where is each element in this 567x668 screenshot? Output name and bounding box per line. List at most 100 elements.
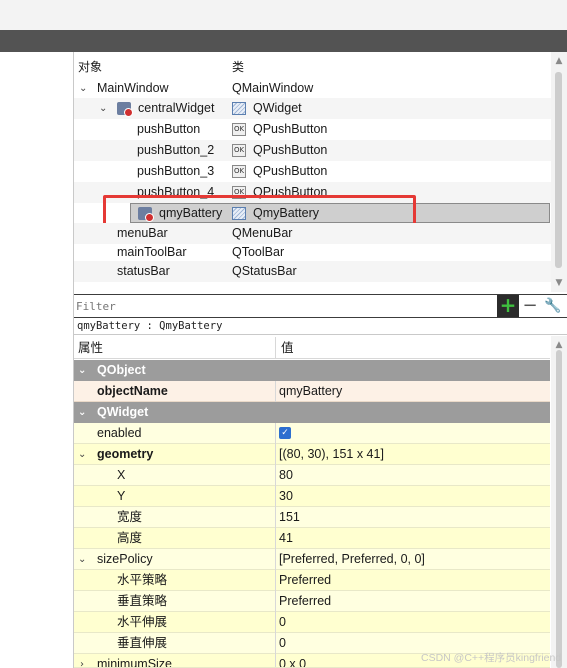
- object-name: menuBar: [117, 226, 168, 240]
- property-value[interactable]: 0: [279, 612, 286, 633]
- property-value[interactable]: 30: [279, 486, 293, 507]
- object-class: QStatusBar: [232, 264, 297, 278]
- property-row-x[interactable]: X 80: [74, 465, 550, 486]
- object-name: MainWindow: [97, 81, 169, 95]
- property-row-sizepolicy[interactable]: ⌄ sizePolicy [Preferred, Preferred, 0, 0…: [74, 549, 550, 570]
- property-group-qwidget[interactable]: ⌄ QWidget: [74, 402, 550, 423]
- column-header-object[interactable]: 对象: [78, 56, 102, 78]
- property-value[interactable]: 41: [279, 528, 293, 549]
- property-name-cell: › minimumSize: [74, 654, 276, 668]
- layout-widget-icon: [117, 102, 133, 117]
- object-class: QPushButton: [253, 164, 328, 178]
- object-class: QPushButton: [253, 122, 328, 136]
- property-name: 垂直策略: [117, 594, 168, 608]
- property-row-horizontal-policy[interactable]: 水平策略 Preferred: [74, 570, 550, 591]
- object-row-mainwindow[interactable]: ⌄ MainWindow QMainWindow: [74, 78, 551, 99]
- column-header-class[interactable]: 类: [232, 56, 244, 78]
- property-name: 垂直伸展: [117, 636, 168, 650]
- property-name: objectName: [97, 384, 168, 398]
- property-editor-scroll-thumb[interactable]: [556, 350, 562, 668]
- property-name: 水平策略: [117, 573, 168, 587]
- expand-arrow-icon[interactable]: ⌄: [78, 549, 86, 570]
- object-row-statusbar[interactable]: statusBar QStatusBar: [74, 261, 551, 282]
- property-name-cell: 水平伸展: [74, 612, 276, 633]
- object-inspector-scroll-thumb[interactable]: [555, 72, 562, 268]
- property-value[interactable]: [Preferred, Preferred, 0, 0]: [279, 549, 425, 570]
- object-row-maintoolbar[interactable]: mainToolBar QToolBar: [74, 242, 551, 263]
- property-value[interactable]: 0: [279, 633, 286, 654]
- filter-bar: [74, 294, 567, 318]
- property-name: 水平伸展: [117, 615, 168, 629]
- property-name: enabled: [97, 426, 142, 440]
- property-value[interactable]: Preferred: [279, 570, 331, 591]
- column-header-property[interactable]: 属性: [74, 337, 276, 359]
- property-name-cell: objectName: [74, 381, 276, 402]
- property-value[interactable]: 151: [279, 507, 300, 528]
- column-header-value[interactable]: 值: [281, 337, 294, 359]
- group-label: QObject: [97, 363, 146, 377]
- property-name: 高度: [117, 531, 143, 545]
- property-value[interactable]: [(80, 30), 151 x 41]: [279, 444, 384, 465]
- pushbutton-class-icon: OK: [232, 123, 246, 136]
- property-value[interactable]: 0 x 0: [279, 654, 306, 667]
- property-name: Y: [117, 489, 126, 503]
- expand-arrow-icon[interactable]: ⌄: [99, 98, 107, 119]
- property-row-enabled[interactable]: enabled ✓: [74, 423, 550, 444]
- property-name: X: [117, 468, 126, 482]
- left-panel: [0, 52, 74, 668]
- property-row-y[interactable]: Y 30: [74, 486, 550, 507]
- property-name: geometry: [97, 447, 154, 461]
- property-name: minimumSize: [97, 657, 173, 668]
- scroll-up-arrow-icon[interactable]: ▲: [551, 54, 567, 68]
- configure-wrench-icon[interactable]: 🔧: [542, 295, 564, 317]
- expand-arrow-icon[interactable]: ⌄: [78, 402, 86, 423]
- property-name-cell: 高度: [74, 528, 276, 549]
- property-group-qobject[interactable]: ⌄ QObject: [74, 360, 550, 381]
- property-name-cell: 宽度: [74, 507, 276, 528]
- scroll-down-arrow-icon[interactable]: ▼: [551, 276, 567, 290]
- property-name-cell: ⌄ sizePolicy: [74, 549, 276, 570]
- object-class: QWidget: [253, 101, 302, 115]
- property-row-geometry[interactable]: ⌄ geometry [(80, 30), 151 x 41]: [74, 444, 550, 465]
- add-property-plus-icon[interactable]: +: [497, 295, 519, 317]
- property-row-objectname[interactable]: objectName qmyBattery: [74, 381, 550, 402]
- expand-arrow-icon[interactable]: ⌄: [79, 78, 87, 99]
- property-name: 宽度: [117, 510, 143, 524]
- property-name-cell: enabled: [74, 423, 276, 444]
- property-name-cell: 垂直伸展: [74, 633, 276, 654]
- expand-arrow-icon[interactable]: ⌄: [78, 360, 86, 381]
- property-value[interactable]: Preferred: [279, 591, 331, 612]
- property-row-vertical-policy[interactable]: 垂直策略 Preferred: [74, 591, 550, 612]
- object-name: centralWidget: [138, 101, 215, 115]
- expand-arrow-icon[interactable]: ⌄: [78, 444, 86, 465]
- object-row-pushbutton-3[interactable]: pushButton_3 OK QPushButton: [74, 161, 551, 182]
- property-value[interactable]: 80: [279, 465, 293, 486]
- pushbutton-class-icon: OK: [232, 165, 246, 178]
- window-top-area: [0, 0, 567, 30]
- object-row-centralwidget[interactable]: ⌄ centralWidget QWidget: [74, 98, 551, 119]
- property-value[interactable]: qmyBattery: [279, 381, 342, 402]
- property-row-horizontal-stretch[interactable]: 水平伸展 0: [74, 612, 550, 633]
- property-name-cell: 水平策略: [74, 570, 276, 591]
- collapse-arrow-icon[interactable]: ›: [80, 654, 84, 667]
- property-row-height[interactable]: 高度 41: [74, 528, 550, 549]
- property-name: sizePolicy: [97, 552, 153, 566]
- property-row-width[interactable]: 宽度 151: [74, 507, 550, 528]
- group-label: QWidget: [97, 405, 149, 419]
- property-name-cell: 垂直策略: [74, 591, 276, 612]
- object-class: QPushButton: [253, 143, 328, 157]
- object-row-pushbutton[interactable]: pushButton OK QPushButton: [74, 119, 551, 140]
- object-name: mainToolBar: [117, 245, 187, 259]
- object-row-pushbutton-2[interactable]: pushButton_2 OK QPushButton: [74, 140, 551, 161]
- property-name-cell: X: [74, 465, 276, 486]
- current-object-class-label: qmyBattery : QmyBattery: [74, 318, 567, 335]
- enabled-checkbox[interactable]: ✓: [279, 427, 291, 439]
- object-class: QMainWindow: [232, 81, 314, 95]
- object-class: QMenuBar: [232, 226, 293, 240]
- remove-property-minus-icon[interactable]: −: [520, 295, 540, 317]
- object-row-menubar[interactable]: menuBar QMenuBar: [74, 223, 551, 244]
- filter-input[interactable]: [76, 297, 496, 315]
- object-name: pushButton_3: [137, 164, 215, 178]
- property-header: 属性 值: [74, 337, 550, 359]
- object-name: statusBar: [117, 264, 170, 278]
